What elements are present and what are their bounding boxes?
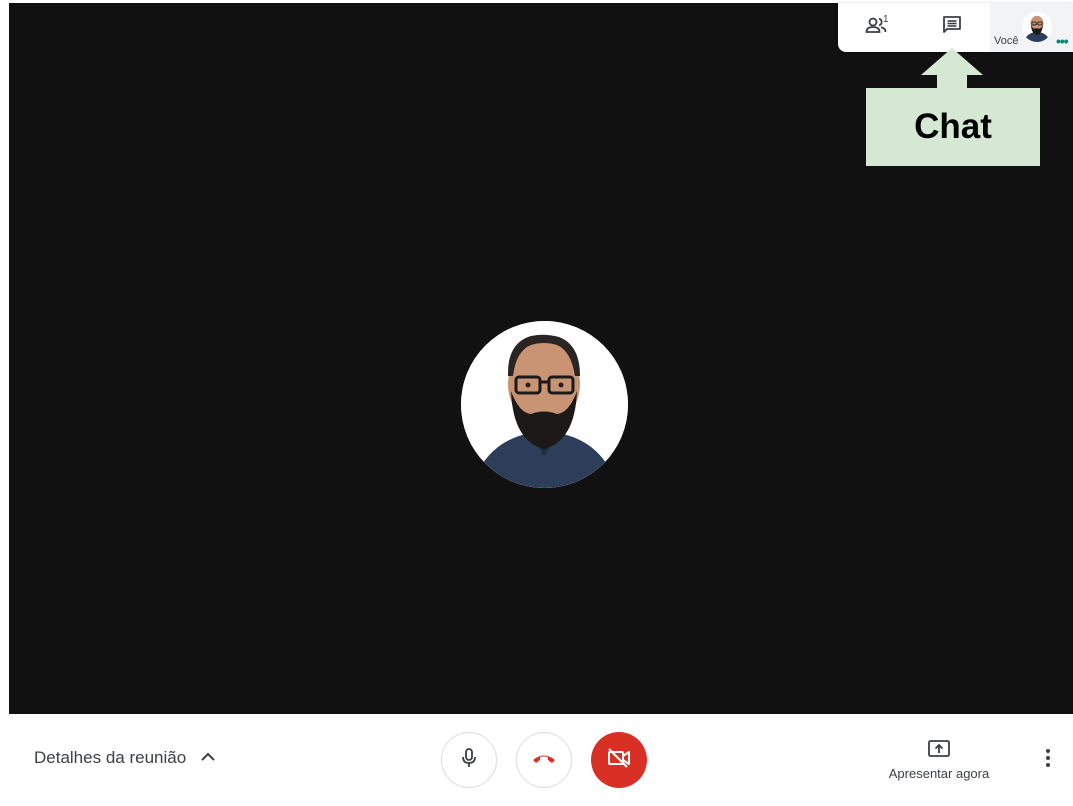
microphone-button[interactable] xyxy=(441,732,497,788)
bottom-control-bar: Detalhes da reunião Apresentar agora xyxy=(0,714,1073,806)
callout-label: Chat xyxy=(914,107,992,146)
callout-arrow xyxy=(921,48,983,75)
you-label: Você xyxy=(994,35,1019,47)
self-view-tile[interactable]: Você ••• xyxy=(990,3,1073,52)
present-now-button[interactable]: Apresentar agora xyxy=(870,736,1008,786)
microphone-icon xyxy=(459,747,479,774)
chat-callout: Chat xyxy=(866,88,1040,166)
present-now-label: Apresentar agora xyxy=(888,766,990,781)
chat-button[interactable] xyxy=(914,3,990,52)
top-right-panel: 1 Você ••• xyxy=(838,3,1073,52)
meeting-details-button[interactable]: Detalhes da reunião xyxy=(34,748,216,768)
participant-avatar xyxy=(461,321,628,488)
chevron-up-icon xyxy=(200,749,216,767)
self-avatar-thumbnail xyxy=(1022,12,1052,42)
camera-toggle-button[interactable] xyxy=(591,732,647,788)
chat-icon xyxy=(940,13,964,42)
meeting-details-label: Detalhes da reunião xyxy=(34,748,187,767)
hang-up-button[interactable] xyxy=(516,732,572,788)
present-screen-icon xyxy=(927,738,951,765)
more-options-button[interactable] xyxy=(1036,748,1060,772)
more-vertical-icon xyxy=(1045,748,1051,773)
people-count-badge: 1 xyxy=(883,14,889,25)
hang-up-icon xyxy=(531,751,557,770)
meet-window: 1 Você ••• Chat Detalhes da reunião Apre… xyxy=(0,0,1073,806)
audio-level-indicator: ••• xyxy=(1056,33,1069,49)
people-button[interactable]: 1 xyxy=(838,3,914,52)
camera-off-icon xyxy=(606,747,632,774)
